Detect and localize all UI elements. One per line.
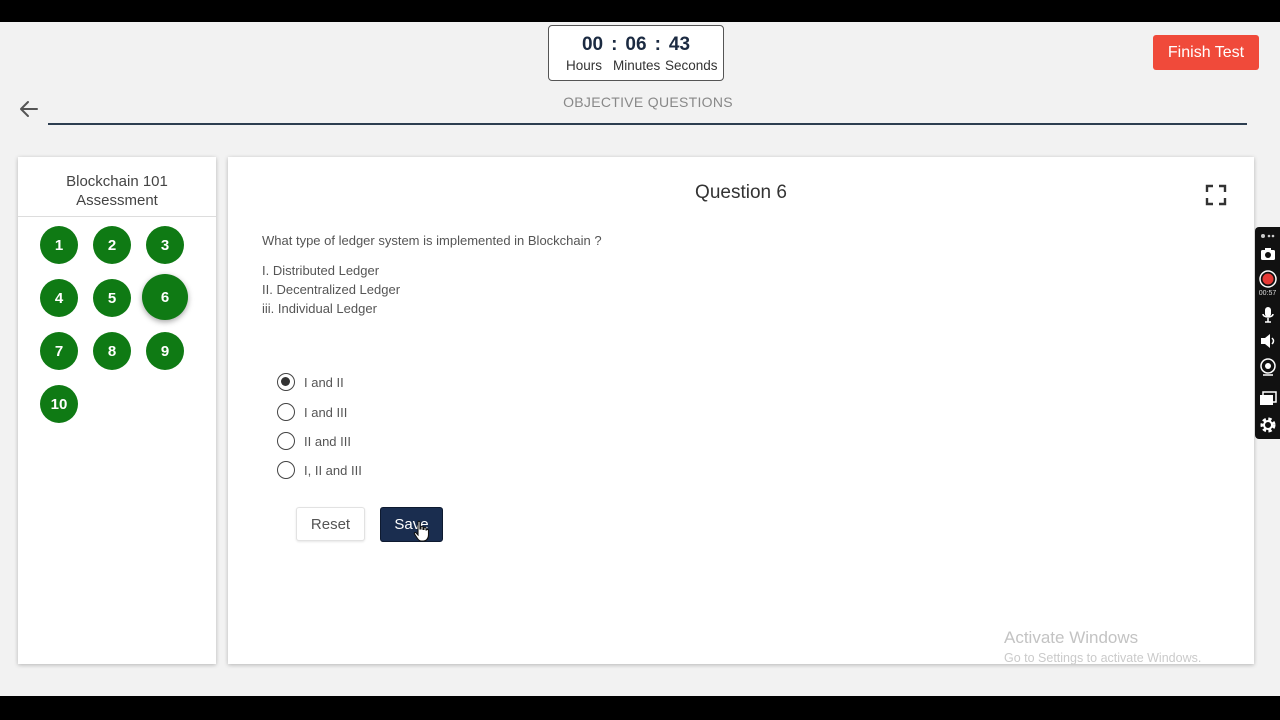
question-button-8[interactable]: 8 bbox=[93, 332, 131, 370]
hand-cursor-icon bbox=[413, 520, 429, 542]
webcam-icon[interactable] bbox=[1257, 357, 1278, 377]
option-1[interactable]: I and II bbox=[277, 372, 344, 392]
finish-test-button[interactable]: Finish Test bbox=[1153, 35, 1259, 70]
question-button-6[interactable]: 6 bbox=[142, 274, 188, 320]
statement-1: I. Distributed Ledger bbox=[262, 263, 380, 278]
question-button-3[interactable]: 3 bbox=[146, 226, 184, 264]
question-button-2[interactable]: 2 bbox=[93, 226, 131, 264]
timer-minutes: 06 bbox=[625, 34, 647, 55]
assessment-title-line2: Assessment bbox=[76, 192, 158, 209]
microphone-icon[interactable] bbox=[1257, 305, 1278, 325]
timer-hours: 00 bbox=[581, 34, 604, 55]
fullscreen-icon[interactable] bbox=[1205, 184, 1227, 206]
question-text: What type of ledger system is implemente… bbox=[262, 233, 602, 248]
option-radio-3[interactable] bbox=[277, 432, 295, 450]
option-radio-1[interactable] bbox=[277, 373, 295, 391]
section-title: OBJECTIVE QUESTIONS bbox=[563, 94, 733, 110]
question-navigator: Blockchain 101 Assessment 1 2 3 4 5 6 7 … bbox=[18, 157, 216, 664]
navigator-divider bbox=[18, 216, 216, 217]
option-label-3: II and III bbox=[304, 433, 351, 449]
timer-hours-label: Hours bbox=[566, 58, 603, 73]
section-divider bbox=[48, 123, 1247, 125]
timer-seconds-label: Seconds bbox=[665, 58, 718, 73]
assessment-title: Blockchain 101 Assessment bbox=[18, 172, 216, 210]
timer-separator: : bbox=[654, 34, 661, 55]
camera-icon[interactable] bbox=[1257, 244, 1278, 264]
exam-screen: 00:06:43 Hours Minutes Seconds Finish Te… bbox=[0, 22, 1280, 696]
recorder-menu-icon[interactable] bbox=[1257, 229, 1278, 243]
activation-watermark: Activate Windows bbox=[1004, 628, 1139, 647]
settings-gear-icon[interactable] bbox=[1257, 415, 1278, 435]
question-title: Question 6 bbox=[695, 182, 787, 203]
question-button-4[interactable]: 4 bbox=[40, 279, 78, 317]
statement-2: II. Decentralized Ledger bbox=[262, 282, 401, 297]
timer-seconds: 43 bbox=[668, 34, 691, 55]
option-label-2: I and III bbox=[304, 404, 348, 420]
back-arrow-icon[interactable] bbox=[18, 98, 40, 120]
question-button-7[interactable]: 7 bbox=[40, 332, 78, 370]
question-button-10[interactable]: 10 bbox=[40, 385, 78, 423]
assessment-title-line1: Blockchain 101 bbox=[66, 173, 168, 190]
countdown-timer: 00:06:43 Hours Minutes Seconds bbox=[548, 25, 724, 81]
activation-watermark-hint: Go to Settings to activate Windows. bbox=[1004, 651, 1202, 665]
option-label-1: I and II bbox=[304, 374, 344, 390]
question-button-1[interactable]: 1 bbox=[40, 226, 78, 264]
option-radio-2[interactable] bbox=[277, 403, 295, 421]
option-4[interactable]: I, II and III bbox=[277, 460, 362, 480]
timer-separator: : bbox=[611, 34, 618, 55]
option-2[interactable]: I and III bbox=[277, 402, 347, 422]
timer-values: 00:06:43 bbox=[549, 34, 723, 56]
option-label-4: I, II and III bbox=[304, 462, 362, 478]
recording-elapsed-time: 00:57 bbox=[1258, 290, 1277, 297]
option-radio-4[interactable] bbox=[277, 461, 295, 479]
timer-minutes-label: Minutes bbox=[613, 58, 661, 73]
option-3[interactable]: II and III bbox=[277, 431, 351, 451]
save-button[interactable]: Save bbox=[380, 507, 443, 542]
record-icon[interactable] bbox=[1257, 269, 1278, 289]
question-panel: Question 6 What type of ledger system is… bbox=[228, 157, 1254, 664]
speaker-icon[interactable] bbox=[1257, 331, 1278, 351]
question-button-9[interactable]: 9 bbox=[146, 332, 184, 370]
statement-3: iii. Individual Ledger bbox=[262, 301, 377, 316]
window-capture-icon[interactable] bbox=[1257, 389, 1278, 409]
screen-recorder-toolbar: 00:57 bbox=[1255, 227, 1280, 439]
question-button-5[interactable]: 5 bbox=[93, 279, 131, 317]
reset-button[interactable]: Reset bbox=[296, 507, 365, 541]
